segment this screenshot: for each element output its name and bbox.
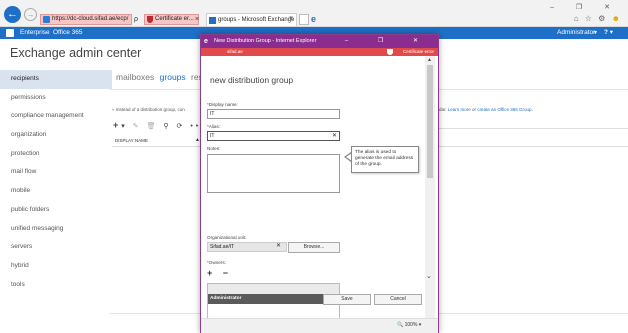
sidebar-item-protection[interactable]: protection bbox=[0, 145, 112, 164]
sidebar-item-organization[interactable]: organization bbox=[0, 126, 112, 145]
sidebar-item-tools[interactable]: tools bbox=[0, 276, 112, 295]
notes-label: Notes: bbox=[207, 146, 221, 151]
brand-enterprise: Enterprise bbox=[20, 29, 50, 36]
popup-address-bar: sifad.ae Certificate error bbox=[201, 48, 438, 56]
shield-icon bbox=[387, 49, 393, 55]
address-text: https://dc-cloud.sifad.ae/ecp/ bbox=[52, 16, 129, 22]
popup-url: sifad.ae bbox=[227, 49, 243, 54]
alias-label: *Alias: bbox=[207, 124, 221, 129]
home-star-gear-icons[interactable]: ⌂ ☆ ⚙ bbox=[574, 14, 608, 23]
sidebar-item-unified-messaging[interactable]: unified messaging bbox=[0, 220, 112, 239]
display-name-input[interactable]: IT bbox=[207, 109, 340, 119]
ou-label: Organizational unit: bbox=[207, 235, 247, 240]
scroll-up-icon[interactable]: ▲ bbox=[427, 57, 432, 63]
tab-close-icon[interactable]: × bbox=[289, 13, 293, 25]
create-office365-group-link[interactable]: create an Office 365 Group bbox=[477, 107, 531, 112]
forward-arrow-icon[interactable]: → bbox=[24, 8, 37, 21]
clear-ou-icon[interactable]: ✕ bbox=[276, 242, 281, 251]
notes-textarea[interactable] bbox=[207, 154, 340, 193]
browse-button[interactable]: Browse... bbox=[288, 242, 340, 253]
info-banner-right: endar. Learn more or create an Office 36… bbox=[434, 107, 533, 112]
new-distribution-group-window: e New Distribution Group - Internet Expl… bbox=[200, 34, 439, 333]
divider bbox=[112, 146, 208, 147]
browser-toolbar: ← → https://dc-cloud.sifad.ae/ecp/ ρ ▾ C… bbox=[0, 0, 628, 34]
popup-window-controls[interactable]: – ❐ ✕ bbox=[345, 35, 432, 48]
sidebar-item-public-folders[interactable]: public folders bbox=[0, 201, 112, 220]
tab-title: groups - Microsoft Exchange bbox=[218, 17, 295, 23]
owners-list-header bbox=[208, 284, 339, 294]
ie-icon[interactable]: e bbox=[311, 14, 320, 24]
list-item[interactable]: Administrator bbox=[208, 294, 339, 304]
exchange-tab-icon bbox=[209, 17, 216, 24]
scrollbar-thumb[interactable] bbox=[427, 65, 433, 178]
certificate-error-chip[interactable]: Certificate er... bbox=[144, 14, 199, 25]
alias-input[interactable]: IT bbox=[207, 131, 340, 141]
learn-more-link[interactable]: Learn more bbox=[448, 107, 471, 112]
sidebar: recipients permissions compliance manage… bbox=[0, 70, 112, 294]
clear-alias-icon[interactable]: ✕ bbox=[332, 132, 337, 140]
sub-tabs: mailboxes groups res bbox=[116, 72, 203, 82]
chevron-down-icon[interactable]: ▼ bbox=[593, 27, 598, 39]
owners-label: *Owners: bbox=[207, 260, 226, 265]
popup-form: new distribution group *Display name: IT… bbox=[201, 56, 438, 333]
browser-tab-groups[interactable]: groups - Microsoft Exchange bbox=[206, 13, 297, 26]
browser-tools[interactable]: ⌂ ☆ ⚙ ☻ bbox=[574, 14, 622, 23]
refresh-icon[interactable]: ⟳ bbox=[177, 123, 186, 130]
page-title: Exchange admin center bbox=[10, 46, 142, 60]
display-name-label: *Display name: bbox=[207, 102, 238, 107]
alias-tooltip: The alias is used to generate the email … bbox=[351, 146, 419, 173]
form-title: new distribution group bbox=[210, 75, 294, 85]
site-icon bbox=[43, 16, 50, 23]
search-icon[interactable]: ⚲ bbox=[163, 123, 171, 130]
add-dropdown-icon[interactable]: ▾ bbox=[121, 123, 128, 130]
screen: ← → https://dc-cloud.sifad.ae/ecp/ ρ ▾ C… bbox=[0, 0, 628, 333]
sidebar-item-mobile[interactable]: mobile bbox=[0, 182, 112, 201]
ie-icon: e bbox=[204, 38, 208, 45]
help-menu[interactable]: ? ▾ bbox=[604, 27, 613, 39]
back-arrow-icon[interactable]: ← bbox=[4, 6, 21, 23]
info-banner-text: » Instead of a distribution group, con bbox=[112, 107, 185, 112]
address-bar[interactable]: https://dc-cloud.sifad.ae/ecp/ bbox=[40, 14, 132, 25]
chevron-down-icon[interactable]: ⌄ bbox=[426, 272, 432, 280]
search-dropdown-icon[interactable]: ρ ▾ bbox=[134, 14, 143, 34]
shield-icon bbox=[147, 16, 153, 23]
divider bbox=[434, 128, 628, 129]
edit-icon[interactable]: ✎ bbox=[133, 123, 142, 130]
brand-office365: Office 365 bbox=[53, 29, 83, 36]
tab-groups[interactable]: groups bbox=[160, 72, 186, 82]
divider bbox=[434, 146, 628, 147]
sidebar-item-mail-flow[interactable]: mail flow bbox=[0, 163, 112, 182]
certificate-error-label[interactable]: Certificate error bbox=[403, 48, 434, 56]
save-button[interactable]: Save bbox=[323, 294, 371, 305]
list-toolbar: +▾ ✎ 🗑 ⚲ ⟳ ••• bbox=[113, 120, 207, 130]
certificate-error-label: Certificate er... bbox=[155, 16, 194, 22]
office-logo-icon[interactable] bbox=[6, 29, 14, 37]
tab-mailboxes[interactable]: mailboxes bbox=[116, 72, 154, 82]
window-controls[interactable]: – ❐ ✕ bbox=[550, 3, 620, 11]
ou-value: Sifad.ae/IT bbox=[207, 242, 287, 252]
sidebar-item-permissions[interactable]: permissions bbox=[0, 89, 112, 108]
sidebar-item-servers[interactable]: servers bbox=[0, 238, 112, 257]
zoom-control[interactable]: 🔍 100% ▾ bbox=[397, 322, 421, 328]
cancel-button[interactable]: Cancel bbox=[374, 294, 422, 305]
sidebar-item-compliance[interactable]: compliance management bbox=[0, 107, 112, 126]
popup-title: New Distribution Group - Internet Explor… bbox=[214, 38, 317, 44]
delete-icon[interactable]: 🗑 bbox=[147, 123, 159, 130]
sidebar-item-recipients[interactable]: recipients bbox=[0, 70, 112, 89]
column-header-display-name[interactable]: DISPLAY NAME bbox=[115, 138, 148, 143]
close-icon[interactable]: × bbox=[195, 14, 199, 25]
feedback-smile-icon[interactable]: ☻ bbox=[612, 14, 622, 23]
info-period: . bbox=[531, 107, 533, 112]
owner-add-remove-icons[interactable]: + − bbox=[207, 268, 232, 278]
sidebar-item-hybrid[interactable]: hybrid bbox=[0, 257, 112, 276]
new-tab-button[interactable] bbox=[299, 14, 309, 25]
user-menu[interactable]: Administrator bbox=[557, 27, 595, 39]
